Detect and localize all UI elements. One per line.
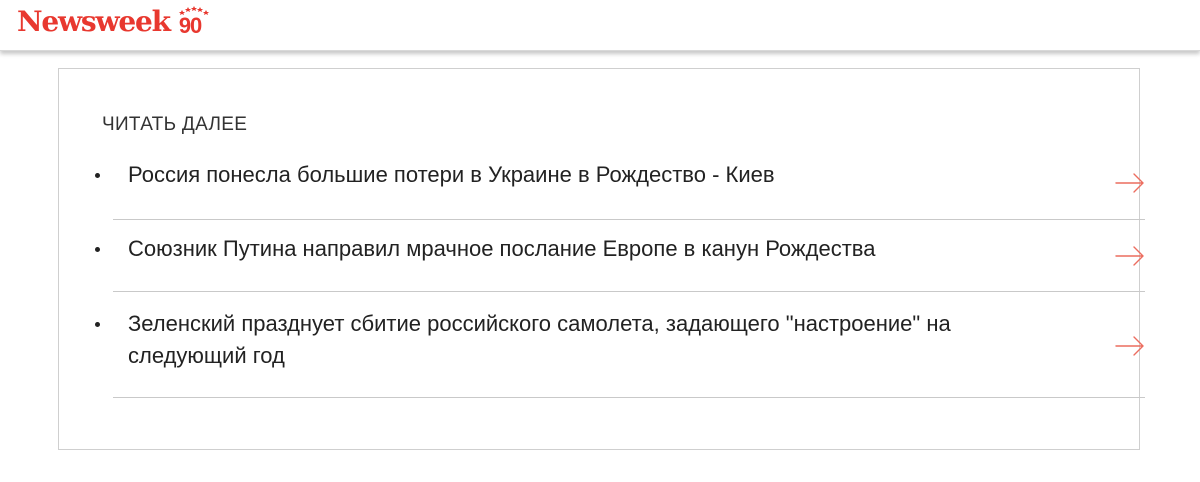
article-title: Зеленский празднует сбитие российского с… bbox=[128, 311, 951, 368]
site-header: Newsweek 90 bbox=[0, 0, 1200, 51]
article-link[interactable]: Зеленский празднует сбитие российского с… bbox=[95, 292, 1145, 398]
bullet-icon bbox=[95, 322, 100, 327]
read-more-card: ЧИТАТЬ ДАЛЕЕ Россия понесла большие поте… bbox=[58, 68, 1145, 450]
arrow-right-icon bbox=[1115, 246, 1144, 266]
bullet-icon bbox=[95, 247, 100, 252]
article-title: Россия понесла большие потери в Украине … bbox=[128, 162, 775, 187]
bullet-icon bbox=[95, 173, 100, 178]
article-link[interactable]: Союзник Путина направил мрачное послание… bbox=[95, 220, 1145, 292]
read-more-title: ЧИТАТЬ ДАЛЕЕ bbox=[102, 114, 248, 135]
logo-wordmark: Newsweek bbox=[17, 5, 171, 38]
arrow-right-icon bbox=[1115, 336, 1144, 356]
logo-90-label: 90 bbox=[178, 13, 203, 38]
article-link[interactable]: Россия понесла большие потери в Украине … bbox=[95, 145, 1145, 220]
article-title: Союзник Путина направил мрачное послание… bbox=[128, 236, 876, 261]
newsweek-logo[interactable]: Newsweek 90 bbox=[17, 5, 211, 39]
anniversary-badge: 90 bbox=[177, 5, 211, 39]
article-list: Россия понесла большие потери в Украине … bbox=[95, 145, 1145, 398]
arrow-right-icon bbox=[1115, 173, 1144, 193]
